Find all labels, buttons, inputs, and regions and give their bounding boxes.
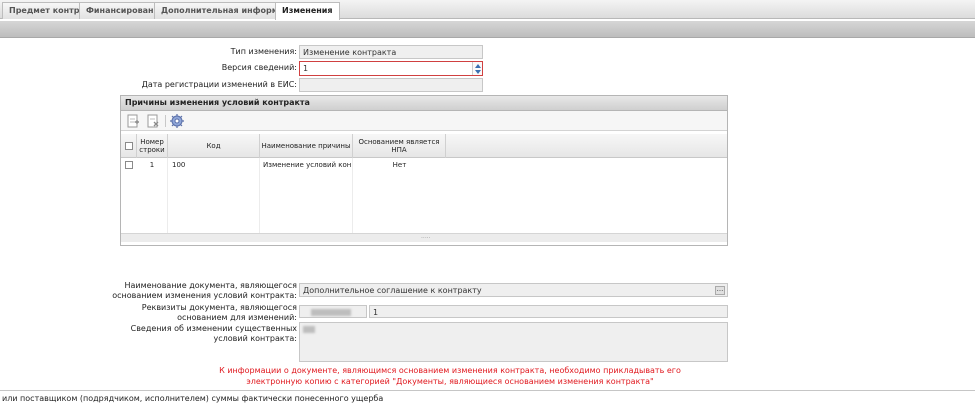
col-reason-name[interactable]: Наименование причины xyxy=(260,134,353,158)
version-label: Версия сведений: xyxy=(221,63,297,72)
attachment-warning: К информации о документе, являющимся осн… xyxy=(219,366,681,386)
row-checkbox[interactable] xyxy=(125,161,133,169)
doc-name-select-button[interactable]: ... xyxy=(715,286,725,295)
tab-bar: Предмет контракта Финансирование Дополни… xyxy=(0,0,975,20)
select-all-checkbox[interactable] xyxy=(124,142,133,150)
select-all-cell xyxy=(121,134,137,158)
reasons-toolbar xyxy=(121,111,727,131)
doc-details-label: Реквизиты документа, являющегося основан… xyxy=(141,303,297,322)
reg-date-label: Дата регистрации изменений в ЕИС: xyxy=(141,80,297,89)
change-type-label: Тип изменения: xyxy=(230,47,297,56)
reasons-panel-title: Причины изменения условий контракта xyxy=(121,96,727,111)
doc-name-label: Наименование документа, являющегося осно… xyxy=(112,281,297,300)
row-npa: Нет xyxy=(392,161,407,169)
row-reason-name: Изменение условий конт... xyxy=(263,161,351,169)
grid-footer: ..... xyxy=(121,233,727,242)
resize-grip[interactable]: ..... xyxy=(421,233,431,240)
spin-up-icon[interactable] xyxy=(475,64,481,68)
row-number: 1 xyxy=(149,161,155,169)
version-spinner[interactable] xyxy=(472,62,482,75)
reasons-panel: Причины изменения условий контракта Номе… xyxy=(120,95,728,246)
redacted-value xyxy=(311,309,351,316)
reasons-grid-header: Номер строки Код Наименование причины Ос… xyxy=(121,134,727,158)
doc-name-field[interactable]: Дополнительное соглашение к контракту ..… xyxy=(299,283,728,297)
change-type-field: Изменение контракта xyxy=(299,45,483,59)
col-npa-basis[interactable]: Основанием является НПА xyxy=(353,134,446,158)
bottom-text: или поставщиком (подрядчиком, исполнител… xyxy=(0,390,975,407)
gear-icon[interactable] xyxy=(170,114,184,128)
doc-name-value: Дополнительное соглашение к контракту xyxy=(303,286,482,295)
delete-row-icon[interactable] xyxy=(146,114,160,128)
table-row[interactable]: 1 100 Изменение условий конт... Нет xyxy=(121,159,727,172)
col-code[interactable]: Код xyxy=(168,134,260,158)
doc-details-number[interactable]: 1 xyxy=(369,305,728,318)
col-row-number[interactable]: Номер строки xyxy=(137,134,168,158)
tab-changes[interactable]: Изменения xyxy=(275,2,340,20)
redacted-value xyxy=(303,326,315,333)
add-row-icon[interactable] xyxy=(126,114,140,128)
section-header-bar xyxy=(0,21,975,38)
version-input[interactable]: 1 xyxy=(299,61,483,76)
row-code: 100 xyxy=(172,161,186,169)
doc-details-date[interactable] xyxy=(299,305,367,318)
essential-changes-field[interactable] xyxy=(299,322,728,362)
spin-down-icon[interactable] xyxy=(475,70,481,74)
toolbar-divider xyxy=(165,115,166,127)
version-value: 1 xyxy=(303,64,309,73)
essential-changes-label: Сведения об изменении существенных услов… xyxy=(130,324,297,343)
reg-date-field xyxy=(299,78,483,92)
